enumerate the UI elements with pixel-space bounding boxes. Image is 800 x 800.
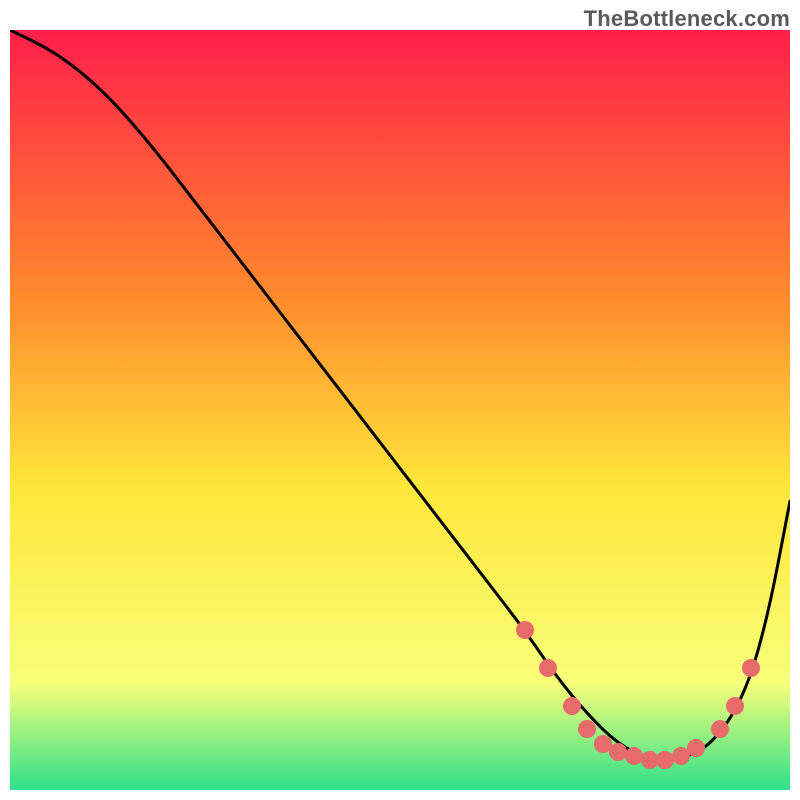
curve-dot	[687, 739, 705, 757]
curve-dot	[711, 720, 729, 738]
curve-dot	[563, 697, 581, 715]
curve-dot	[539, 659, 557, 677]
curve-dot	[516, 621, 534, 639]
curve-dot	[726, 697, 744, 715]
plot-area	[10, 30, 790, 790]
attribution-text: TheBottleneck.com	[584, 6, 790, 32]
curve-dot	[578, 720, 596, 738]
curve-dot	[742, 659, 760, 677]
dots-layer	[10, 30, 790, 790]
